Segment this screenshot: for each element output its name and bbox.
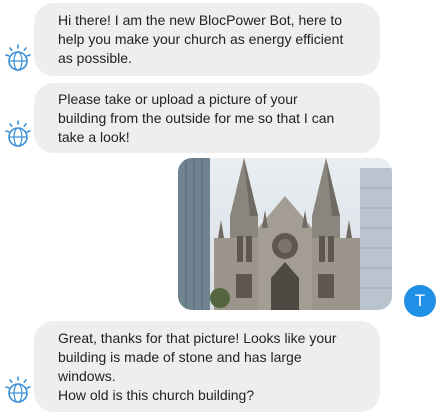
message-text-line: How old is this church building? bbox=[58, 386, 255, 403]
chat-thread: Hi there! I am the new BlocPower Bot, he… bbox=[0, 0, 438, 418]
message-text-line: take a look! bbox=[58, 128, 130, 145]
bot-message-bubble: Great, thanks for that picture! Looks li… bbox=[34, 321, 380, 412]
message-text-line: building is made of stone and has large bbox=[58, 348, 302, 365]
message-text-line: building from the outside for me so that… bbox=[58, 109, 335, 126]
message-text-line: windows. bbox=[58, 367, 116, 384]
bot-message-bubble: Please take or upload a picture of your … bbox=[34, 83, 380, 153]
message-text-line: Great, thanks for that picture! Looks li… bbox=[58, 329, 337, 346]
message-text-line: Please take or upload a picture of your bbox=[58, 90, 298, 107]
bot-avatar-icon bbox=[5, 120, 31, 147]
cathedral-photo bbox=[178, 158, 392, 310]
message-text-line: Hi there! I am the new BlocPower Bot, he… bbox=[58, 12, 343, 28]
user-avatar: T bbox=[404, 285, 436, 317]
bot-avatar-icon bbox=[5, 44, 31, 71]
bot-avatar-icon bbox=[5, 376, 31, 403]
user-photo-attachment[interactable] bbox=[178, 158, 392, 310]
message-text-line: as possible. bbox=[58, 50, 132, 66]
message-text-line: help you make your church as energy effi… bbox=[58, 31, 344, 47]
bot-message-bubble: Hi there! I am the new BlocPower Bot, he… bbox=[34, 3, 380, 76]
